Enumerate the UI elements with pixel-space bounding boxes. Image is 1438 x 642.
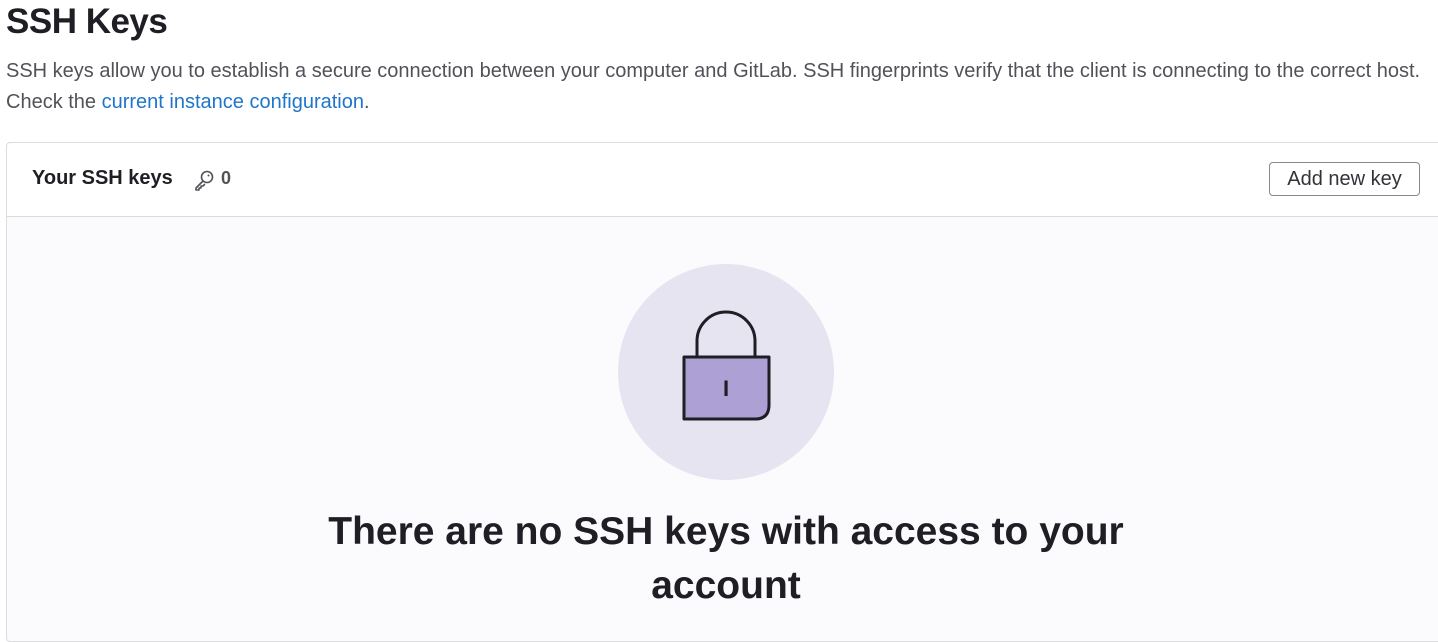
card-header: Your SSH keys 0 Add new key [7,143,1438,217]
lock-label: I [723,376,729,401]
add-new-key-button[interactable]: Add new key [1269,162,1420,196]
description-end: . [363,91,370,113]
card-title: Your SSH keys [32,167,173,189]
empty-state-title: There are no SSH keys with access to you… [328,510,1124,607]
ssh-keys-card: Your SSH keys 0 Add new key I There are … [6,142,1438,642]
page-title: SSH Keys [6,2,168,41]
page-description: SSH keys allow you to establish a secure… [6,56,1436,118]
key-icon [195,170,214,191]
lock-icon: I [618,264,834,480]
instance-configuration-link[interactable]: current instance configuration [102,91,364,113]
key-count-badge: 0 [221,168,232,188]
